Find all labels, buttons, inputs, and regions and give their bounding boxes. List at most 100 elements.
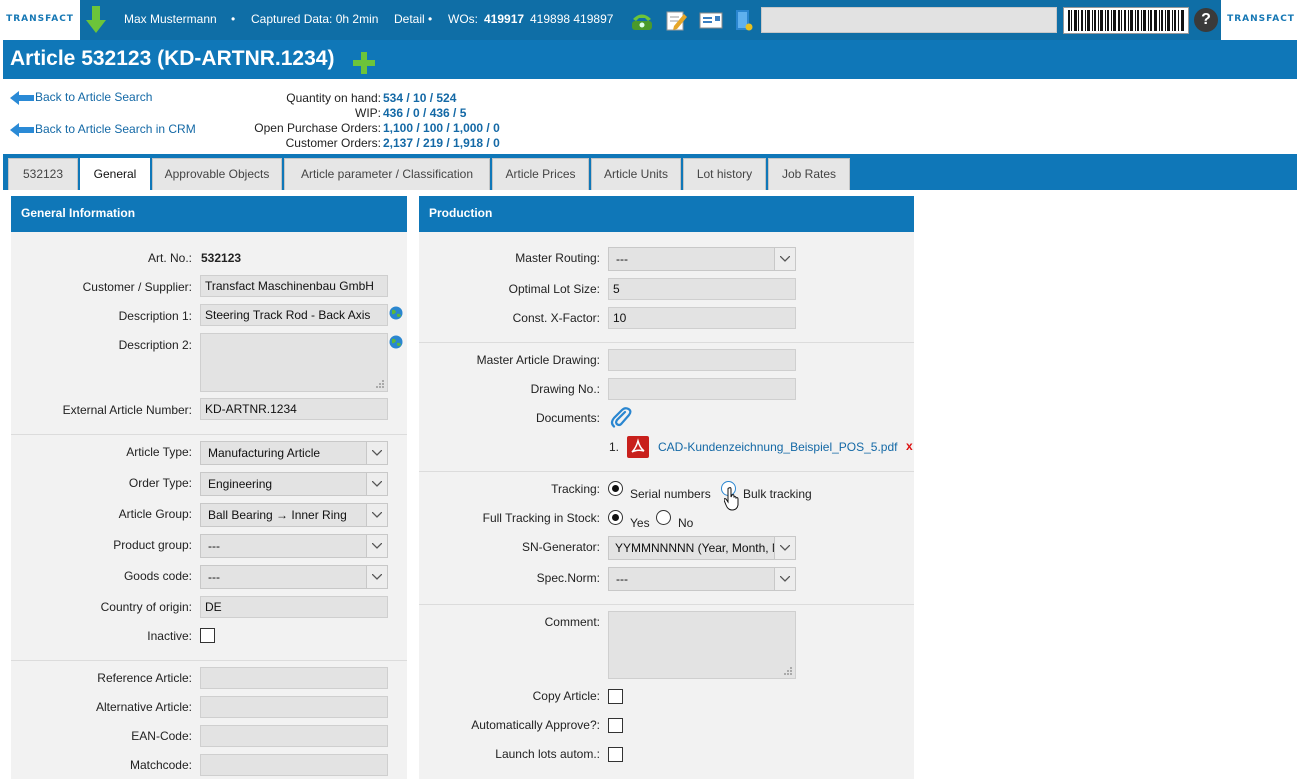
transfact-logo-right: TRANSFACT [1221,0,1301,40]
auto-approve-checkbox[interactable] [608,718,623,733]
sn-generator-select[interactable]: YYMMNNNNN (Year, Month, N [608,536,796,560]
tracking-label: Tracking: [551,482,600,496]
wos-label: WOs: [448,12,478,26]
qty-value[interactable]: 436 / 0 / 436 / 5 [383,106,466,120]
matchcode-field[interactable] [200,754,388,776]
ean-code-field[interactable] [200,725,388,747]
spec-norm-label: Spec.Norm: [536,571,600,585]
paperclip-icon[interactable] [609,406,633,430]
phone-icon[interactable] [630,8,654,32]
tracking-serial-label[interactable]: Serial numbers [630,487,711,501]
tab-532123[interactable]: 532123 [8,158,78,190]
master-routing-select[interactable]: --- [608,247,796,271]
inactive-checkbox[interactable] [200,628,215,643]
chevron-down-icon[interactable] [366,566,387,588]
top-search-input[interactable] [761,7,1057,33]
full-tracking-no-radio[interactable] [656,510,671,525]
add-icon[interactable] [353,52,375,74]
edit-note-icon[interactable] [664,8,688,32]
delete-document-icon[interactable]: x [906,439,913,453]
back-to-article-search-link[interactable]: Back to Article Search [10,90,152,105]
spec-norm-select[interactable]: --- [608,567,796,591]
goods-code-select[interactable]: --- [200,565,388,589]
document-link[interactable]: CAD-Kundenzeichnung_Beispiel_POS_5.pdf [658,440,898,454]
drawing-no-field[interactable] [608,378,796,400]
pdf-icon[interactable] [627,436,649,458]
barcode-icon[interactable] [1063,7,1189,34]
chevron-down-icon[interactable] [366,442,387,464]
back-to-article-search-crm-link[interactable]: Back to Article Search in CRM [10,122,196,137]
tab-article-prices[interactable]: Article Prices [492,158,589,190]
select-value: --- [208,570,220,584]
chevron-down-icon[interactable] [774,248,795,270]
chevron-down-icon[interactable] [366,473,387,495]
art-no-value: 532123 [201,251,242,265]
transfact-logo[interactable]: TRANSFACT [0,0,80,40]
qty-value[interactable]: 534 / 10 / 524 [383,91,456,105]
order-type-label: Order Type: [128,476,192,490]
full-tracking-yes-label[interactable]: Yes [630,516,650,530]
tab-lot-history[interactable]: Lot history [683,158,766,190]
chevron-down-icon[interactable] [366,535,387,557]
book-icon[interactable] [732,8,756,32]
customer-field[interactable]: Transfact Maschinenbau GmbH [200,275,388,297]
comment-field[interactable] [608,611,796,679]
qty-value[interactable]: 1,100 / 100 / 1,000 / 0 [383,121,500,135]
separator-bullet: • [231,12,236,26]
qty-label: WIP: [355,106,381,120]
chevron-down-icon[interactable] [774,568,795,590]
article-type-select[interactable]: Manufacturing Article [200,441,388,465]
full-tracking-label: Full Tracking in Stock: [482,511,600,525]
tab-general[interactable]: General [80,158,150,190]
tab-article-parameter[interactable]: Article parameter / Classification [284,158,490,190]
general-information-panel: General Information Art. No.: 532123 Cus… [11,196,407,779]
translate-globe-icon[interactable] [389,306,403,320]
full-tracking-yes-radio[interactable] [608,510,623,525]
user-name[interactable]: Max Mustermann [124,12,217,26]
resize-grip-icon[interactable] [376,380,384,388]
detail-link[interactable]: Detail • [394,12,432,26]
qty-value[interactable]: 2,137 / 219 / 1,918 / 0 [383,136,500,150]
alternative-article-field[interactable] [200,696,388,718]
master-article-drawing-label: Master Article Drawing: [476,353,600,367]
translate-globe-icon[interactable] [389,335,403,349]
optimal-lot-size-field[interactable]: 5 [608,278,796,300]
wo-others[interactable]: 419898 419897 [530,12,613,26]
wo-active[interactable]: 419917 [484,12,524,26]
launch-lots-checkbox[interactable] [608,747,623,762]
const-x-factor-field[interactable]: 10 [608,307,796,329]
mail-icon[interactable] [699,8,723,32]
tracking-bulk-label[interactable]: Bulk tracking [743,487,812,501]
down-arrow-icon[interactable] [86,6,106,34]
tracking-serial-radio[interactable] [608,481,623,496]
ean-code-label: EAN-Code: [131,729,192,743]
external-article-number-label: External Article Number: [62,403,192,417]
logo-text: TRANSFACT [1227,14,1295,24]
qty-label: Customer Orders: [285,136,381,150]
divider [419,604,914,605]
product-group-select[interactable]: --- [200,534,388,558]
description-2-field[interactable] [200,333,388,392]
external-article-number-field[interactable]: KD-ARTNR.1234 [200,398,388,420]
article-group-select[interactable]: Ball Bearing → Inner Ring [200,503,388,527]
captured-data: Captured Data: 0h 2min [251,12,379,26]
reference-article-field[interactable] [200,667,388,689]
tab-approvable-objects[interactable]: Approvable Objects [152,158,282,190]
inactive-label: Inactive: [147,629,192,643]
description-1-field[interactable]: Steering Track Rod - Back Axis [200,304,388,326]
order-type-select[interactable]: Engineering [200,472,388,496]
help-icon[interactable]: ? [1194,8,1218,32]
document-index: 1. [609,440,620,454]
master-article-drawing-field[interactable] [608,349,796,371]
tab-article-units[interactable]: Article Units [591,158,681,190]
country-of-origin-field[interactable]: DE [200,596,388,618]
select-value: --- [208,539,220,553]
copy-article-checkbox[interactable] [608,689,623,704]
title-bar: Article 532123 (KD-ARTNR.1234) [3,40,1297,79]
tab-job-rates[interactable]: Job Rates [768,158,850,190]
chevron-down-icon[interactable] [774,537,795,559]
resize-grip-icon[interactable] [784,667,792,675]
quantity-on-hand-row: Quantity on hand: 534 / 10 / 524 [200,91,600,105]
chevron-down-icon[interactable] [366,504,387,526]
full-tracking-no-label[interactable]: No [678,516,693,530]
